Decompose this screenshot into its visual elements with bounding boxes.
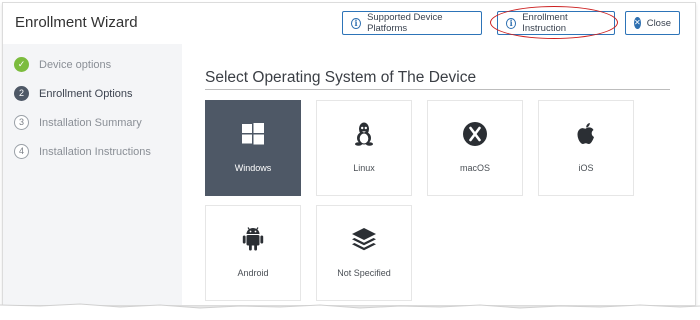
layers-icon <box>317 226 411 252</box>
step-label: Enrollment Options <box>39 87 133 100</box>
tile-label: Android <box>237 268 269 278</box>
enrollment-instruction-label: Enrollment Instruction <box>522 12 568 34</box>
os-tile-android[interactable]: Android <box>205 205 301 301</box>
macos-icon <box>428 121 522 147</box>
step-number: 2 <box>14 86 29 101</box>
check-icon: ✓ <box>14 57 29 72</box>
close-button[interactable]: ✕ Close <box>625 11 680 35</box>
step-installation-instructions: 4 Installation Instructions <box>14 144 151 159</box>
os-tile-windows[interactable]: Windows <box>205 100 301 196</box>
wizard-title: Enrollment Wizard <box>15 14 138 31</box>
windows-icon <box>206 121 300 147</box>
step-number: 3 <box>14 115 29 130</box>
tile-label: Not Specified <box>337 268 391 278</box>
step-label: Installation Summary <box>39 116 142 129</box>
info-icon: i <box>506 17 517 29</box>
enrollment-instruction-button[interactable]: i Enrollment Instruction <box>497 11 615 35</box>
torn-edge-decoration <box>0 303 700 320</box>
supported-device-platforms-label: Supported Device Platforms <box>367 12 443 34</box>
step-label: Installation Instructions <box>39 145 151 158</box>
step-enrollment-options[interactable]: 2 Enrollment Options <box>14 86 133 101</box>
wizard-steps-sidebar: ✓ Device options 2 Enrollment Options 3 … <box>3 44 182 305</box>
section-title: Select Operating System of The Device <box>205 69 477 86</box>
info-icon: i <box>351 17 362 29</box>
os-tile-macos[interactable]: macOS <box>427 100 523 196</box>
close-label: Close <box>646 17 671 29</box>
tile-label: macOS <box>459 163 490 173</box>
step-number: 4 <box>14 144 29 159</box>
tile-label: Windows <box>234 163 272 173</box>
linux-icon <box>317 121 411 147</box>
apple-icon <box>539 121 633 147</box>
close-icon: ✕ <box>634 17 641 29</box>
wizard-header: Enrollment Wizard i Supported Device Pla… <box>3 3 695 45</box>
tile-label: Linux <box>353 163 375 173</box>
step-device-options[interactable]: ✓ Device options <box>14 57 111 72</box>
supported-device-platforms-button[interactable]: i Supported Device Platforms <box>342 11 482 35</box>
enrollment-wizard-dialog: Enrollment Wizard i Supported Device Pla… <box>2 2 696 306</box>
step-label: Device options <box>39 58 112 71</box>
step-installation-summary: 3 Installation Summary <box>14 115 142 130</box>
os-tile-linux[interactable]: Linux <box>316 100 412 196</box>
os-tile-ios[interactable]: iOS <box>538 100 634 196</box>
os-tile-not-specified[interactable]: Not Specified <box>316 205 412 301</box>
android-icon <box>206 226 300 252</box>
tile-label: iOS <box>578 163 594 173</box>
section-divider <box>205 89 670 90</box>
os-selection-panel: Select Operating System of The Device Wi… <box>182 44 695 305</box>
